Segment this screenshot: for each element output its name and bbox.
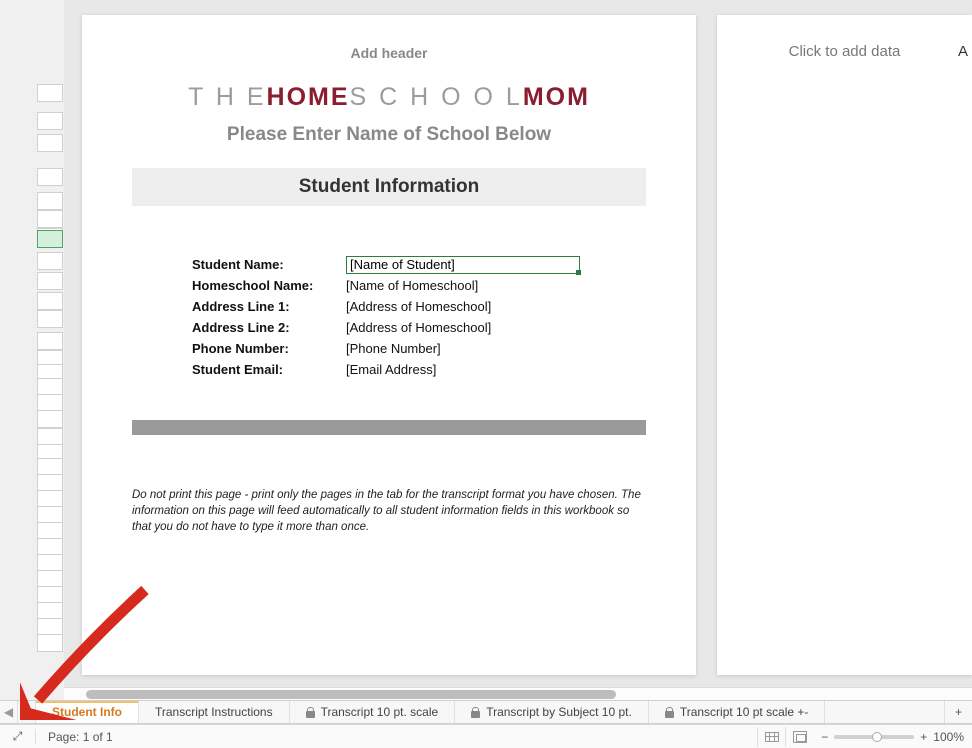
field-value[interactable]: [Name of Homeschool] (346, 278, 478, 293)
zoom-controls: − + 100% (813, 730, 972, 744)
row-heading-cell[interactable] (37, 634, 63, 652)
row-heading-cell[interactable] (37, 272, 63, 290)
sheet-tab-label: Student Info (52, 705, 122, 719)
page-layout-toggle[interactable]: ⤢ (0, 729, 36, 744)
form-row: Student Email:[Email Address] (192, 359, 646, 380)
row-heading-cell[interactable] (37, 112, 63, 130)
logo: T H EHOMES C H O O LMOM (132, 83, 646, 112)
add-data-hint[interactable]: Click to add data (717, 43, 972, 60)
status-bar: ⤢ Page: 1 of 1 − + 100% (0, 724, 972, 748)
field-value[interactable]: [Address of Homeschool] (346, 320, 491, 335)
zoom-in-button[interactable]: + (920, 730, 927, 744)
page-indicator: Page: 1 of 1 (36, 730, 125, 744)
page: Add header T H EHOMES C H O O LMOM Pleas… (82, 15, 696, 675)
lock-icon (306, 707, 315, 718)
row-heading-cell[interactable] (37, 84, 63, 102)
row-heading-cell[interactable] (37, 310, 63, 328)
tab-nav-next[interactable]: ▶ (18, 701, 36, 723)
sheet-tab-label: Transcript 10 pt scale +- (680, 705, 809, 719)
row-heading-cell[interactable] (37, 192, 63, 210)
divider-bar (132, 420, 646, 435)
logo-part-mom: MOM (523, 83, 590, 111)
field-label: Homeschool Name: (192, 278, 346, 293)
row-heading-cell[interactable] (37, 410, 63, 428)
logo-part-home: HOME (267, 83, 350, 111)
zoom-slider-knob[interactable] (872, 732, 882, 742)
sheet-tab-label: Transcript 10 pt. scale (321, 705, 439, 719)
row-heading-cell[interactable] (37, 134, 63, 152)
view-page-button[interactable] (785, 727, 813, 747)
spreadsheet-canvas: Add header T H EHOMES C H O O LMOM Pleas… (64, 0, 972, 700)
field-label: Phone Number: (192, 341, 346, 356)
field-value[interactable]: [Email Address] (346, 362, 436, 377)
student-info-form: Student Name:[Name of Student]Homeschool… (192, 254, 646, 380)
grid-icon (765, 732, 779, 742)
section-banner: Student Information (132, 168, 646, 206)
field-value[interactable]: [Phone Number] (346, 341, 441, 356)
form-row: Homeschool Name:[Name of Homeschool] (192, 275, 646, 296)
instructions-note: Do not print this page - print only the … (132, 487, 646, 535)
sheet-tabs-bar: ◀ ▶ Student Info Transcript Instructions T… (0, 700, 972, 724)
form-row: Student Name:[Name of Student] (192, 254, 646, 275)
field-label: Student Name: (192, 257, 346, 272)
lock-icon (471, 707, 480, 718)
zoom-slider[interactable] (834, 735, 914, 739)
field-value[interactable]: [Address of Homeschool] (346, 299, 491, 314)
add-sheet-button[interactable]: + (944, 701, 972, 723)
form-row: Phone Number:[Phone Number] (192, 338, 646, 359)
field-label: Student Email: (192, 362, 346, 377)
field-label: Address Line 1: (192, 299, 346, 314)
sheet-tab[interactable]: Transcript Instructions (139, 701, 290, 723)
row-heading-cell[interactable] (37, 252, 63, 270)
field-label: Address Line 2: (192, 320, 346, 335)
page-layout-icon (793, 731, 807, 743)
sheet-tab[interactable]: Student Info (36, 701, 139, 723)
row-heading-cell[interactable] (37, 168, 63, 186)
subtitle: Please Enter Name of School Below (132, 124, 646, 146)
side-page: Click to add data A (717, 15, 972, 675)
tab-nav-prev[interactable]: ◀ (0, 701, 18, 723)
sheet-tab-label: Transcript Instructions (155, 705, 273, 719)
sheet-tab[interactable]: Transcript by Subject 10 pt. (455, 701, 649, 723)
form-row: Address Line 2:[Address of Homeschool] (192, 317, 646, 338)
sheet-tab[interactable]: Transcript 10 pt scale +- (649, 701, 826, 723)
form-row: Address Line 1:[Address of Homeschool] (192, 296, 646, 317)
truncated-text: A (958, 43, 968, 60)
add-header-hint[interactable]: Add header (132, 45, 646, 61)
logo-part-school: S C H O O L (350, 83, 523, 111)
scrollbar-thumb[interactable] (86, 690, 616, 699)
active-cell[interactable]: [Name of Student] (346, 256, 580, 274)
zoom-out-button[interactable]: − (821, 730, 828, 744)
view-normal-button[interactable] (757, 727, 785, 747)
sheet-tab[interactable]: Transcript 10 pt. scale (290, 701, 456, 723)
horizontal-scrollbar[interactable] (64, 687, 972, 700)
lock-icon (665, 707, 674, 718)
row-heading-cell[interactable] (37, 332, 63, 350)
row-heading-cell[interactable] (37, 230, 63, 248)
logo-part-the: T H E (188, 83, 266, 111)
zoom-level: 100% (933, 730, 964, 744)
row-headings: 1234567891011121314151617181920212223242… (0, 0, 64, 700)
sheet-tab-label: Transcript by Subject 10 pt. (486, 705, 632, 719)
row-heading-cell[interactable] (37, 292, 63, 310)
row-heading-cell[interactable] (37, 210, 63, 228)
